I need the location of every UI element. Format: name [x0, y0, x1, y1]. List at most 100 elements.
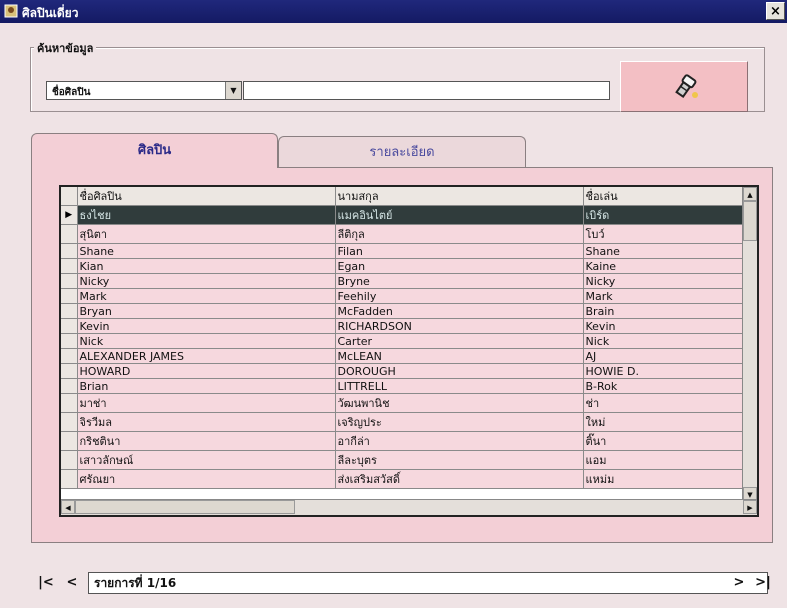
horizontal-scrollbar[interactable]: ◀ ▶	[61, 499, 757, 515]
table-row[interactable]: เสาวลักษณ์ ลีละบุตร แอม	[61, 450, 746, 470]
table-row[interactable]: จิรวีมล เจริญประ ใหม่	[61, 412, 746, 432]
cell-nickname[interactable]: Brain	[583, 303, 746, 319]
column-header-first-name[interactable]: ชื่อศิลปิน	[77, 187, 336, 206]
search-input[interactable]	[243, 81, 610, 100]
table-row[interactable]: Kian Egan Kaine	[61, 258, 746, 274]
scroll-left-arrow-icon[interactable]: ◀	[61, 500, 75, 514]
table-row[interactable]: สุนิตา ลีติกุล โบว์	[61, 224, 746, 244]
search-field-selected: ชื่อศิลปิน	[52, 87, 91, 98]
table-row[interactable]: กริชตินา อากีล่า ติ๊นา	[61, 431, 746, 451]
search-field-select[interactable]: ชื่อศิลปิน ▼	[46, 81, 242, 100]
cell-last-name[interactable]: Carter	[335, 333, 584, 349]
cell-last-name[interactable]: Egan	[335, 258, 584, 274]
cell-first-name[interactable]: มาช่า	[77, 393, 336, 413]
scroll-up-arrow-icon[interactable]: ▲	[743, 187, 757, 201]
vertical-scrollbar[interactable]: ▲ ▼	[742, 187, 757, 501]
table-row[interactable]: ALEXANDER JAMES McLEAN AJ	[61, 348, 746, 364]
app-icon	[4, 4, 18, 18]
cell-last-name[interactable]: LITTRELL	[335, 378, 584, 394]
search-button[interactable]	[620, 61, 748, 112]
cell-nickname[interactable]: ช่า	[583, 393, 746, 413]
row-indicator	[61, 303, 78, 319]
cell-first-name[interactable]: กริชตินา	[77, 431, 336, 451]
cell-last-name[interactable]: RICHARDSON	[335, 318, 584, 334]
cell-first-name[interactable]: Nicky	[77, 273, 336, 289]
column-header-last-name[interactable]: นามสกุล	[335, 187, 584, 206]
cell-first-name[interactable]: Kian	[77, 258, 336, 274]
cell-first-name[interactable]: สุนิตา	[77, 224, 336, 244]
chevron-down-icon[interactable]: ▼	[225, 82, 241, 99]
cell-nickname[interactable]: Mark	[583, 288, 746, 304]
cell-first-name[interactable]: Mark	[77, 288, 336, 304]
cell-last-name[interactable]: Bryne	[335, 273, 584, 289]
cell-nickname[interactable]: Kaine	[583, 258, 746, 274]
first-record-button[interactable]: |<	[35, 572, 57, 594]
cell-nickname[interactable]: B-Rok	[583, 378, 746, 394]
cell-last-name[interactable]: อากีล่า	[335, 431, 584, 451]
vertical-scroll-thumb[interactable]	[743, 201, 757, 241]
table-row[interactable]: Kevin RICHARDSON Kevin	[61, 318, 746, 334]
cell-nickname[interactable]: HOWIE D.	[583, 363, 746, 379]
cell-nickname[interactable]: Nicky	[583, 273, 746, 289]
column-header-nickname[interactable]: ชื่อเล่น	[583, 187, 746, 206]
cell-last-name[interactable]: Filan	[335, 243, 584, 259]
cell-first-name[interactable]: HOWARD	[77, 363, 336, 379]
cell-last-name[interactable]: เจริญประ	[335, 412, 584, 432]
table-row[interactable]: Nick Carter Nick	[61, 333, 746, 349]
table-row[interactable]: ▶ ธงไชย แมคอินไตย์ เบิร์ด	[61, 205, 746, 225]
cell-last-name[interactable]: McLEAN	[335, 348, 584, 364]
horizontal-scroll-thumb[interactable]	[75, 500, 295, 514]
row-indicator-header	[61, 187, 78, 206]
cell-first-name[interactable]: ศรัณยา	[77, 469, 336, 489]
table-row[interactable]: Shane Filan Shane	[61, 243, 746, 259]
cell-nickname[interactable]: เบิร์ด	[583, 205, 746, 225]
row-indicator	[61, 393, 78, 413]
table-row[interactable]: Mark Feehily Mark	[61, 288, 746, 304]
cell-nickname[interactable]: แหม่ม	[583, 469, 746, 489]
cell-last-name[interactable]: แมคอินไตย์	[335, 205, 584, 225]
table-row[interactable]: ศรัณยา ส่งเสริมสวัสดิ์ แหม่ม	[61, 469, 746, 489]
last-record-button[interactable]: >|	[751, 572, 775, 594]
cell-nickname[interactable]: ติ๊นา	[583, 431, 746, 451]
cell-first-name[interactable]: เสาวลักษณ์	[77, 450, 336, 470]
table-row[interactable]: HOWARD DOROUGH HOWIE D.	[61, 363, 746, 379]
table-row[interactable]: Brian LITTRELL B-Rok	[61, 378, 746, 394]
row-indicator	[61, 412, 78, 432]
row-indicator	[61, 288, 78, 304]
cell-nickname[interactable]: Kevin	[583, 318, 746, 334]
table-row[interactable]: Nicky Bryne Nicky	[61, 273, 746, 289]
cell-first-name[interactable]: Kevin	[77, 318, 336, 334]
cell-last-name[interactable]: McFadden	[335, 303, 584, 319]
cell-last-name[interactable]: วัฒนพานิช	[335, 393, 584, 413]
cell-last-name[interactable]: DOROUGH	[335, 363, 584, 379]
cell-last-name[interactable]: ส่งเสริมสวัสดิ์	[335, 469, 584, 489]
close-button[interactable]: ×	[766, 2, 785, 20]
cell-last-name[interactable]: ลีละบุตร	[335, 450, 584, 470]
cell-nickname[interactable]: Nick	[583, 333, 746, 349]
tab-details[interactable]: รายละเอียด	[278, 136, 526, 167]
table-row[interactable]: Bryan McFadden Brain	[61, 303, 746, 319]
cell-first-name[interactable]: ALEXANDER JAMES	[77, 348, 336, 364]
cell-nickname[interactable]: Shane	[583, 243, 746, 259]
grid-table: ชื่อศิลปิน นามสกุล ชื่อเล่น ▶ ธงไชย แมคอิน…	[61, 187, 746, 489]
row-indicator	[61, 348, 78, 364]
previous-record-button[interactable]: <	[61, 572, 83, 594]
cell-first-name[interactable]: ธงไชย	[77, 205, 336, 225]
cell-last-name[interactable]: Feehily	[335, 288, 584, 304]
cell-nickname[interactable]: แอม	[583, 450, 746, 470]
cell-nickname[interactable]: ใหม่	[583, 412, 746, 432]
table-row[interactable]: มาช่า วัฒนพานิช ช่า	[61, 393, 746, 413]
next-record-button[interactable]: >	[730, 572, 748, 594]
scroll-right-arrow-icon[interactable]: ▶	[743, 500, 757, 514]
cell-nickname[interactable]: AJ	[583, 348, 746, 364]
cell-first-name[interactable]: Bryan	[77, 303, 336, 319]
cell-nickname[interactable]: โบว์	[583, 224, 746, 244]
cell-last-name[interactable]: ลีติกุล	[335, 224, 584, 244]
title-bar: ศิลปินเดี่ยว ×	[0, 0, 787, 23]
cell-first-name[interactable]: Shane	[77, 243, 336, 259]
cell-first-name[interactable]: จิรวีมล	[77, 412, 336, 432]
cell-first-name[interactable]: Brian	[77, 378, 336, 394]
cell-first-name[interactable]: Nick	[77, 333, 336, 349]
tab-artist[interactable]: ศิลปิน	[31, 133, 278, 168]
flashlight-icon	[675, 74, 698, 99]
